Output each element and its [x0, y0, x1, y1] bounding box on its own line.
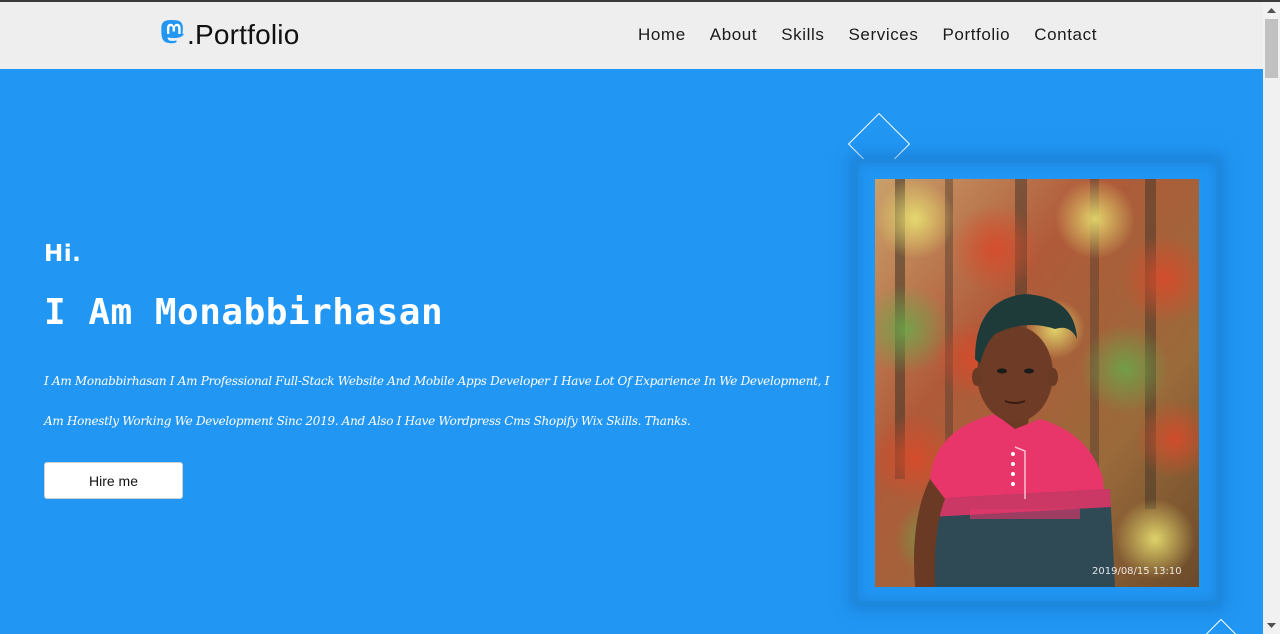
- nav-link-contact[interactable]: Contact: [1034, 25, 1097, 45]
- scroll-down-arrow-icon[interactable]: [1263, 617, 1280, 634]
- hire-me-button[interactable]: Hire me: [44, 462, 183, 499]
- nav-link-about[interactable]: About: [710, 25, 757, 45]
- hero-section: Hi. I Am Monabbirhasan I Am Monabbirhasa…: [0, 69, 1263, 634]
- hero-greeting: Hi.: [44, 241, 82, 267]
- mastodon-logo-icon: [161, 19, 184, 43]
- decorative-diamond-bottom: [1199, 618, 1243, 634]
- scroll-up-arrow-icon[interactable]: [1263, 2, 1280, 19]
- nav-link-skills[interactable]: Skills: [781, 25, 824, 45]
- profile-photo: 2019/08/15 13:10: [875, 179, 1199, 587]
- photo-timestamp: 2019/08/15 13:10: [1092, 566, 1182, 577]
- hero-name: I Am Monabbirhasan: [44, 292, 444, 333]
- hero-description: I Am Monabbirhasan I Am Professional Ful…: [44, 374, 830, 428]
- brand-text: .Portfolio: [187, 19, 300, 50]
- nav-link-services[interactable]: Services: [848, 25, 918, 45]
- page-viewport: .Portfolio Home About Skills Services Po…: [0, 2, 1263, 634]
- vertical-scrollbar[interactable]: [1263, 2, 1280, 634]
- navbar: .Portfolio Home About Skills Services Po…: [0, 2, 1263, 69]
- nav-link-portfolio[interactable]: Portfolio: [942, 25, 1010, 45]
- scrollbar-thumb[interactable]: [1265, 19, 1278, 78]
- main-nav: Home About Skills Services Portfolio Con…: [638, 25, 1097, 45]
- brand-logo-link[interactable]: .Portfolio: [160, 16, 300, 54]
- nav-link-home[interactable]: Home: [638, 25, 686, 45]
